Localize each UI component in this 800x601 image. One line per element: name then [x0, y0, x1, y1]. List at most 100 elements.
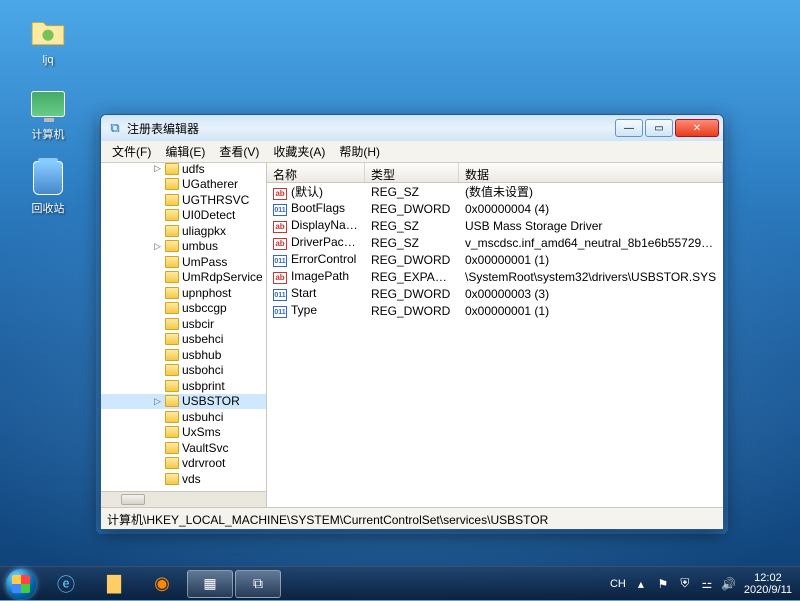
taskbar-ie[interactable]: ⓔ — [43, 570, 89, 598]
taskbar-explorer[interactable]: ▇ — [91, 570, 137, 598]
folder-icon — [165, 411, 179, 423]
col-data[interactable]: 数据 — [459, 163, 723, 182]
taskbar-regedit[interactable]: ⧉ — [235, 570, 281, 598]
list-row[interactable]: abDisplayNameREG_SZUSB Mass Storage Driv… — [267, 217, 723, 234]
tree-item[interactable]: UmPass — [101, 254, 266, 270]
maximize-button[interactable]: ▭ — [645, 119, 673, 137]
volume-icon[interactable]: 🔊 — [722, 577, 736, 591]
folder-icon — [165, 287, 179, 299]
tree-item[interactable]: usbccgp — [101, 301, 266, 317]
folder-icon — [165, 333, 179, 345]
dword-icon: 011 — [273, 289, 287, 301]
tree-item[interactable]: vdrvroot — [101, 456, 266, 472]
menu-help[interactable]: 帮助(H) — [332, 143, 387, 160]
tree-item-label: udfs — [182, 163, 205, 176]
folder-icon — [165, 364, 179, 376]
cell-type: REG_EXPAND_SZ — [365, 270, 459, 284]
list-row[interactable]: 011ErrorControlREG_DWORD0x00000001 (1) — [267, 251, 723, 268]
desktop-icon-recycle[interactable]: 回收站 — [18, 158, 78, 216]
list-row[interactable]: abDriverPackageIdREG_SZv_mscdsc.inf_amd6… — [267, 234, 723, 251]
desktop-icon-computer[interactable]: 计算机 — [18, 84, 78, 142]
folder-icon — [165, 473, 179, 485]
tree-item[interactable]: VaultSvc — [101, 440, 266, 456]
titlebar[interactable]: ⧉ 注册表编辑器 — ▭ ✕ — [101, 115, 723, 141]
tree-item[interactable]: vds — [101, 471, 266, 487]
folder-icon: ▇ — [107, 573, 121, 594]
list-row[interactable]: 011TypeREG_DWORD0x00000001 (1) — [267, 302, 723, 319]
tree-item[interactable]: usbehci — [101, 332, 266, 348]
dword-icon: 011 — [273, 255, 287, 267]
folder-icon — [165, 302, 179, 314]
security-icon[interactable]: ⛨ — [678, 577, 692, 591]
desktop-icon-label: 回收站 — [18, 200, 78, 216]
cell-name: ab(默认) — [267, 183, 365, 200]
tree-item-label: usbprint — [182, 379, 225, 393]
menu-view[interactable]: 查看(V) — [212, 143, 266, 160]
network-icon[interactable]: ⚍ — [700, 577, 714, 591]
expand-icon[interactable]: ▷ — [153, 164, 162, 173]
list-row[interactable]: 011StartREG_DWORD0x00000003 (3) — [267, 285, 723, 302]
col-type[interactable]: 类型 — [365, 163, 459, 182]
desktop-icon-label: 计算机 — [18, 126, 78, 142]
tree-item[interactable]: UxSms — [101, 425, 266, 441]
cell-data: (数值未设置) — [459, 183, 723, 200]
list-header[interactable]: 名称 类型 数据 — [267, 163, 723, 183]
wmp-icon: ◉ — [154, 573, 170, 594]
window-title: 注册表编辑器 — [127, 120, 615, 137]
cell-name: 011BootFlags — [267, 201, 365, 217]
tree-item-label: upnphost — [182, 286, 231, 300]
action-center-icon[interactable]: ⚑ — [656, 577, 670, 591]
regedit-icon: ⧉ — [107, 120, 123, 136]
tree-item-label: usbuhci — [182, 410, 223, 424]
list-row[interactable]: 011BootFlagsREG_DWORD0x00000004 (4) — [267, 200, 723, 217]
folder-icon — [165, 426, 179, 438]
tree-item[interactable]: UmRdpService — [101, 270, 266, 286]
minimize-button[interactable]: — — [615, 119, 643, 137]
tree-item-label: UGatherer — [182, 177, 238, 191]
desktop-icon-user[interactable]: ljq — [18, 12, 78, 66]
menu-favorites[interactable]: 收藏夹(A) — [266, 143, 332, 160]
tree-item[interactable]: usbprint — [101, 378, 266, 394]
expand-icon[interactable]: ▷ — [153, 397, 162, 406]
tree-item[interactable]: usbcir — [101, 316, 266, 332]
folder-icon — [165, 271, 179, 283]
tree-item[interactable]: usbohci — [101, 363, 266, 379]
language-indicator[interactable]: CH — [610, 578, 626, 590]
taskbar-app-1[interactable]: ▦ — [187, 570, 233, 598]
cell-data: USB Mass Storage Driver — [459, 219, 723, 233]
expand-icon[interactable]: ▷ — [153, 242, 162, 251]
regedit-icon: ⧉ — [253, 575, 263, 592]
tree-item[interactable]: UGTHRSVC — [101, 192, 266, 208]
folder-icon — [165, 194, 179, 206]
tree-item[interactable]: usbuhci — [101, 409, 266, 425]
start-button[interactable] — [0, 567, 42, 601]
tree-item-label: usbhub — [182, 348, 221, 362]
tree-hscrollbar[interactable] — [101, 491, 266, 507]
clock[interactable]: 12:02 2020/9/11 — [744, 572, 792, 596]
tree-item-label: usbcir — [182, 317, 214, 331]
cell-type: REG_DWORD — [365, 304, 459, 318]
folder-icon — [165, 442, 179, 454]
menu-edit[interactable]: 编辑(E) — [158, 143, 212, 160]
list-row[interactable]: ab(默认)REG_SZ(数值未设置) — [267, 183, 723, 200]
tree-item[interactable]: usbhub — [101, 347, 266, 363]
tree-item[interactable]: upnphost — [101, 285, 266, 301]
cell-type: REG_SZ — [365, 236, 459, 250]
tree-item-label: usbehci — [182, 332, 223, 346]
tree-item[interactable]: uliagpkx — [101, 223, 266, 239]
close-button[interactable]: ✕ — [675, 119, 719, 137]
tree-item[interactable]: UI0Detect — [101, 208, 266, 224]
tree-item-label: usbohci — [182, 363, 223, 377]
tray-up-icon[interactable]: ▴ — [634, 577, 648, 591]
list-pane[interactable]: 名称 类型 数据 ab(默认)REG_SZ(数值未设置)011BootFlags… — [267, 163, 723, 507]
tree-pane[interactable]: ▷udfsUGathererUGTHRSVCUI0Detectuliagpkx▷… — [101, 163, 267, 507]
tree-item[interactable]: ▷umbus — [101, 239, 266, 255]
tree-item[interactable]: ▷ udfs — [101, 163, 266, 177]
tree-item[interactable]: ▷USBSTOR — [101, 394, 266, 410]
col-name[interactable]: 名称 — [267, 163, 365, 182]
tree-item-label: UI0Detect — [182, 208, 235, 222]
tree-item[interactable]: UGatherer — [101, 177, 266, 193]
menu-file[interactable]: 文件(F) — [105, 143, 158, 160]
taskbar-media[interactable]: ◉ — [139, 570, 185, 598]
list-row[interactable]: abImagePathREG_EXPAND_SZ\SystemRoot\syst… — [267, 268, 723, 285]
